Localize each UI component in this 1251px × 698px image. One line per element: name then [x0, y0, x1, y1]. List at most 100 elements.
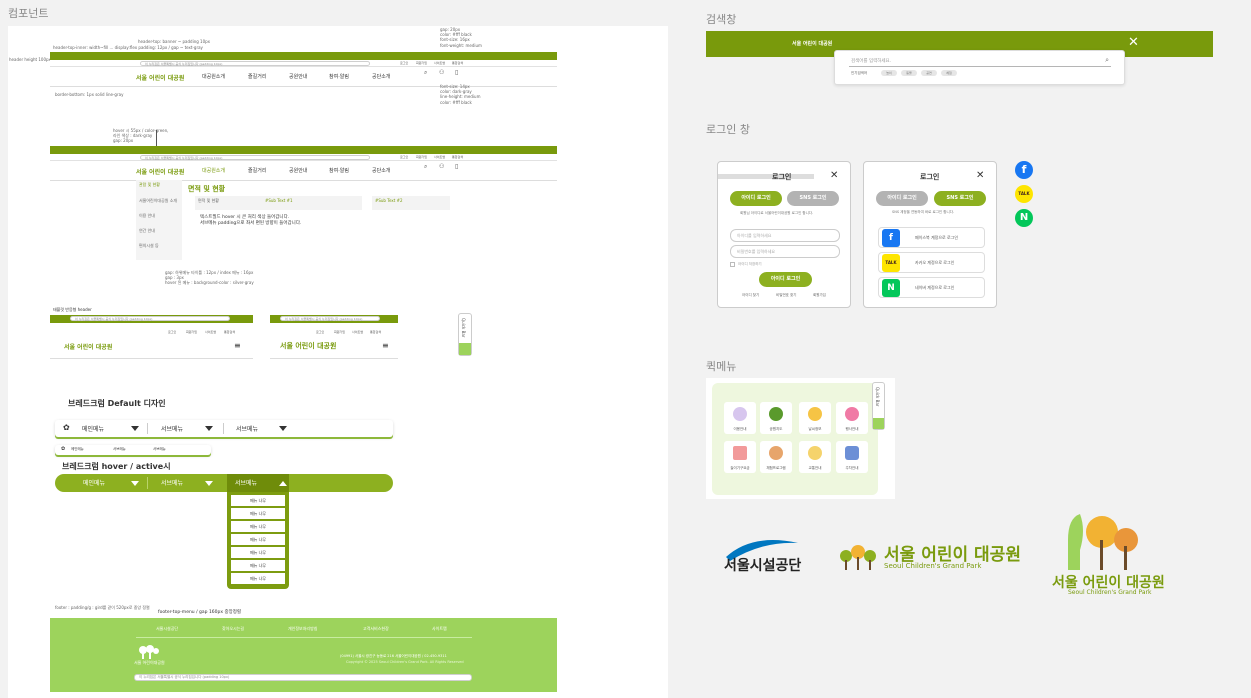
nav-item-company[interactable]: 공단소개: [372, 167, 390, 174]
password-input[interactable]: 비밀번호를 입력하세요: [730, 245, 840, 258]
footer-menu-item[interactable]: 고객서비스헌장: [363, 626, 389, 632]
breadcrumb-item-2[interactable]: 서브메뉴: [161, 424, 183, 433]
find-password-link[interactable]: 비밀번호 찾기: [776, 293, 796, 298]
mega-col-3[interactable]: #Sub Text #2: [372, 196, 450, 210]
header-logo[interactable]: 서울 어린이 대공원: [64, 342, 112, 351]
breadcrumb-item-3[interactable]: 서브메뉴: [236, 424, 258, 433]
util-login[interactable]: 로그인: [316, 330, 324, 334]
nav-item-fun[interactable]: 즐길거리: [248, 73, 266, 80]
search-input[interactable]: 검색어를 입력하세요. ⌕: [849, 56, 1111, 67]
util-join[interactable]: 회원가입: [334, 330, 345, 334]
dropdown-item[interactable]: 메뉴 나무: [231, 508, 285, 519]
close-icon[interactable]: ✕: [830, 170, 838, 181]
header-logo[interactable]: 서울 어린이 대공원: [136, 167, 184, 176]
util-search[interactable]: 통합검색: [370, 330, 381, 334]
util-search[interactable]: 통합검색: [224, 330, 235, 334]
keyword-chip[interactable]: 동물: [901, 70, 917, 76]
breadcrumb-item-1[interactable]: 메인메뉴: [82, 424, 104, 433]
tab-sns-login[interactable]: SNS 로그인: [787, 191, 839, 206]
quick-bar-tab[interactable]: Quick Bar: [458, 313, 472, 356]
keyword-chip[interactable]: 공연: [921, 70, 937, 76]
footer-menu-item[interactable]: 찾아오시는길: [222, 626, 244, 632]
tab-id-login[interactable]: 아이디 로그인: [876, 191, 928, 206]
quick-item[interactable]: 놀이기구요금: [724, 441, 756, 473]
quick-item[interactable]: 행사안내: [836, 402, 868, 434]
mega-sidebar-item[interactable]: 편의시설 등: [139, 243, 159, 248]
nav-item-guide[interactable]: 공원안내: [289, 167, 307, 174]
remember-checkbox[interactable]: [730, 262, 735, 267]
util-login[interactable]: 로그인: [400, 155, 408, 159]
quick-item[interactable]: 주차안내: [836, 441, 868, 473]
util-join[interactable]: 회원가입: [416, 61, 427, 65]
breadcrumb-item-1[interactable]: 메인메뉴: [71, 447, 84, 452]
nav-item-about[interactable]: 대공원소개: [202, 73, 225, 80]
dropdown-item[interactable]: 메뉴 나무: [231, 560, 285, 571]
search-icon[interactable]: ⌕: [424, 163, 427, 171]
lock-icon[interactable]: ▯: [455, 163, 458, 170]
kakao-login-button[interactable]: TALK 카카오 계정으로 로그인: [878, 252, 985, 273]
home-icon[interactable]: ✿: [63, 423, 70, 432]
find-id-link[interactable]: 아이디 찾기: [742, 293, 759, 298]
dropdown-item[interactable]: 메뉴 나무: [231, 573, 285, 584]
search-icon[interactable]: ⌕: [1105, 56, 1109, 65]
dropdown-item[interactable]: 메뉴 나무: [231, 534, 285, 545]
close-icon[interactable]: ✕: [1128, 35, 1139, 50]
quick-item[interactable]: 교통안내: [799, 441, 831, 473]
footer-menu-item[interactable]: 사이트맵: [432, 626, 447, 632]
breadcrumb-active-item[interactable]: 서브메뉴: [227, 474, 289, 492]
login-submit-button[interactable]: 아이디 로그인: [759, 272, 812, 287]
breadcrumb-item-1[interactable]: 메인메뉴: [83, 478, 105, 487]
facebook-login-button[interactable]: f 페이스북 계정으로 로그인: [878, 227, 985, 248]
chevron-down-icon[interactable]: [279, 426, 287, 431]
util-sitemap[interactable]: 사이트맵: [205, 330, 216, 334]
chevron-down-icon[interactable]: [205, 426, 213, 431]
user-icon[interactable]: ⚇: [439, 163, 444, 170]
chevron-down-icon[interactable]: [131, 481, 139, 486]
dropdown-item[interactable]: 메뉴 나무: [231, 495, 285, 506]
util-login[interactable]: 로그인: [400, 61, 408, 65]
nav-item-fun[interactable]: 즐길거리: [248, 167, 266, 174]
header-logo[interactable]: 서울 어린이 대공원: [136, 73, 184, 82]
nav-item-notice[interactable]: 참여·알림: [329, 73, 349, 80]
util-login[interactable]: 로그인: [168, 330, 176, 334]
nav-item-company[interactable]: 공단소개: [372, 73, 390, 80]
footer-menu-item[interactable]: 서울시설공단: [156, 626, 178, 632]
util-sitemap[interactable]: 사이트맵: [434, 155, 445, 159]
mega-sidebar-title[interactable]: 관람 및 현황: [139, 182, 160, 188]
util-search[interactable]: 통합검색: [452, 155, 463, 159]
search-icon[interactable]: ⌕: [424, 69, 427, 77]
home-icon[interactable]: ✿: [61, 446, 65, 452]
quick-item[interactable]: 날씨정보: [799, 402, 831, 434]
breadcrumb-item-2[interactable]: 서브메뉴: [161, 478, 183, 487]
chevron-down-icon[interactable]: [205, 481, 213, 486]
quick-bar-tab[interactable]: Quick Bar: [872, 382, 885, 430]
chevron-down-icon[interactable]: [131, 426, 139, 431]
mega-sidebar-item[interactable]: 서울어린이대공원 소개: [139, 198, 177, 203]
util-join[interactable]: 회원가입: [186, 330, 197, 334]
mega-sidebar-item[interactable]: 이용 안내: [139, 213, 155, 218]
quick-item[interactable]: 공원지도: [760, 402, 792, 434]
nav-item-about[interactable]: 대공원소개: [202, 167, 225, 174]
hamburger-icon[interactable]: ≡: [382, 341, 389, 350]
keyword-chip[interactable]: 놀이: [881, 70, 897, 76]
mega-col-2[interactable]: #Sub Text #1: [262, 196, 362, 210]
util-join[interactable]: 회원가입: [416, 155, 427, 159]
naver-login-button[interactable]: N 네이버 계정으로 로그인: [878, 277, 985, 298]
util-search[interactable]: 통합검색: [452, 61, 463, 65]
breadcrumb-item-2[interactable]: 서브메뉴: [113, 447, 126, 452]
keyword-chip[interactable]: 체험: [941, 70, 957, 76]
chevron-up-icon[interactable]: [279, 481, 287, 486]
dropdown-item[interactable]: 메뉴 나무: [231, 521, 285, 532]
id-input[interactable]: 아이디를 입력하세요: [730, 229, 840, 242]
nav-item-guide[interactable]: 공원안내: [289, 73, 307, 80]
nav-item-notice[interactable]: 참여·알림: [329, 167, 349, 174]
close-icon[interactable]: ✕: [976, 170, 984, 181]
tab-sns-login[interactable]: SNS 로그인: [934, 191, 986, 206]
lock-icon[interactable]: ▯: [455, 69, 458, 76]
quick-item[interactable]: 이용안내: [724, 402, 756, 434]
hamburger-icon[interactable]: ≡: [234, 341, 241, 350]
util-sitemap[interactable]: 사이트맵: [352, 330, 363, 334]
tab-id-login[interactable]: 아이디 로그인: [730, 191, 782, 206]
footer-menu-item[interactable]: 개인정보처리방침: [288, 626, 317, 632]
header-logo[interactable]: 서울 어린이 대공원: [280, 341, 336, 351]
